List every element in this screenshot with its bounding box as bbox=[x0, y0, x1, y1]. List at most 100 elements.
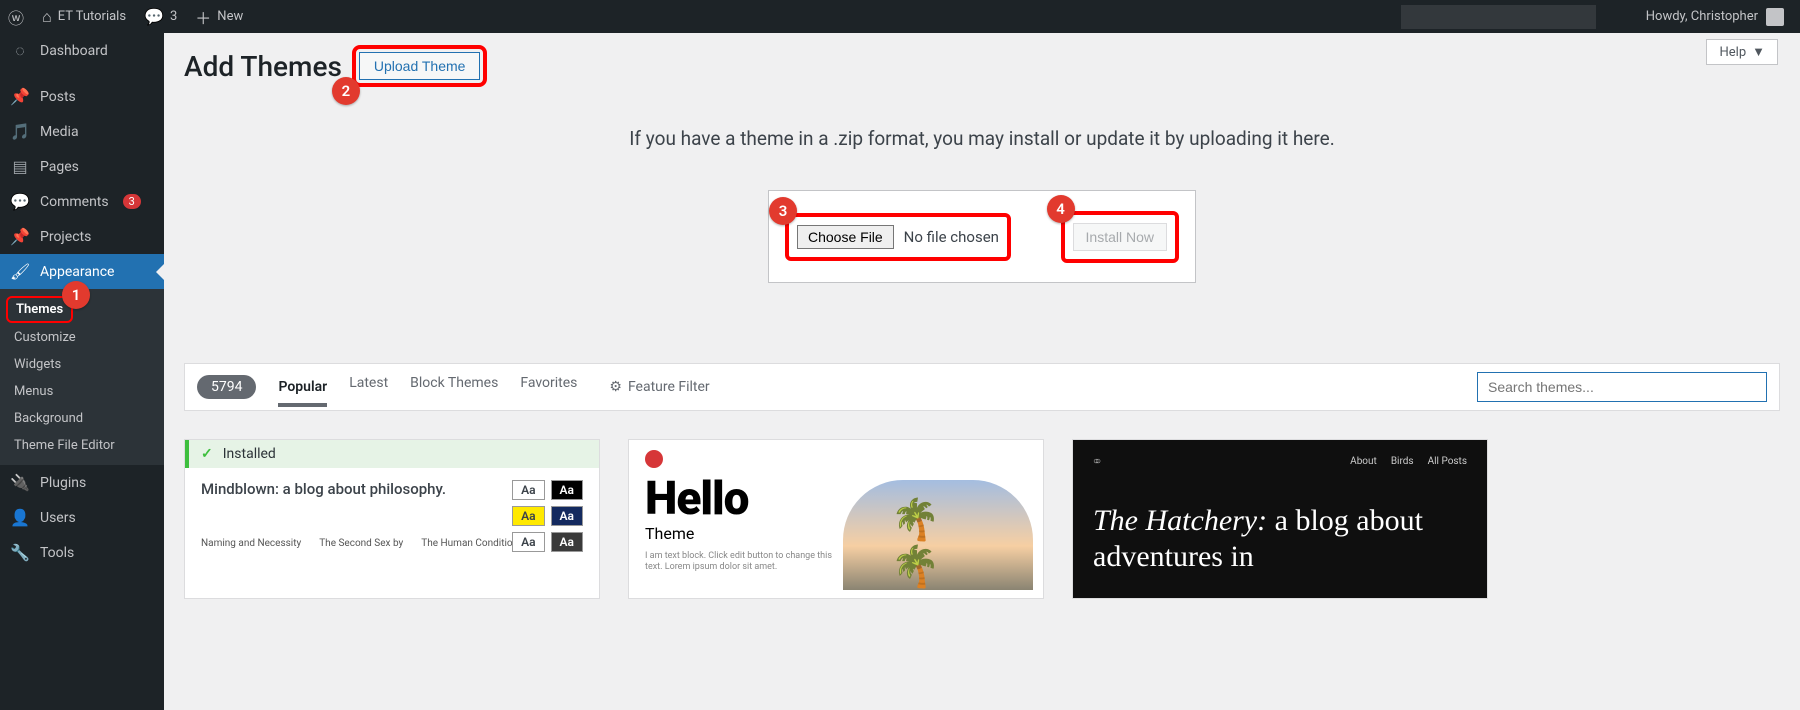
submenu-background[interactable]: Background bbox=[0, 405, 164, 432]
appearance-submenu: Themes 1 Customize Widgets Menus Backgro… bbox=[0, 289, 164, 465]
filter-popular[interactable]: Popular bbox=[278, 379, 327, 407]
sidebar-label: Dashboard bbox=[40, 43, 108, 59]
elementor-icon bbox=[645, 450, 663, 468]
dark-nav-link: About bbox=[1350, 456, 1377, 467]
avatar bbox=[1766, 8, 1784, 26]
swatch: Aa bbox=[512, 532, 544, 552]
pin-icon: 📌 bbox=[10, 227, 30, 246]
comment-icon: 💬 bbox=[144, 7, 164, 26]
site-name: ET Tutorials bbox=[58, 9, 126, 24]
toolbar-comments[interactable]: 💬 3 bbox=[144, 7, 177, 26]
sidebar-label: Users bbox=[40, 510, 76, 526]
filter-favorites[interactable]: Favorites bbox=[520, 375, 577, 399]
installed-label: Installed bbox=[223, 446, 276, 462]
swatch: Aa bbox=[551, 480, 583, 500]
dark-nav: About Birds All Posts bbox=[1350, 456, 1467, 467]
sidebar-label: Projects bbox=[40, 229, 91, 245]
sidebar-tools[interactable]: 🔧 Tools bbox=[0, 535, 164, 570]
admin-sidebar: ◌ Dashboard 📌 Posts 🎵 Media ▤Pages 💬 Comment… bbox=[0, 33, 164, 710]
comment-icon: 💬 bbox=[10, 192, 30, 211]
sidebar-pages[interactable]: ▤Pages bbox=[0, 149, 164, 184]
choose-file-button[interactable]: Choose File bbox=[797, 225, 894, 249]
main-content: Help ▼ Add Themes Upload Theme 2 If you … bbox=[164, 33, 1800, 710]
logo-rings-icon: ○○ bbox=[1093, 456, 1097, 467]
annotation-4: 4 bbox=[1047, 195, 1075, 223]
pin-icon: 📌 bbox=[10, 87, 30, 106]
caret-down-icon: ▼ bbox=[1752, 44, 1765, 60]
theme-card[interactable]: ○○ About Birds All Posts The Hatchery: a… bbox=[1072, 439, 1488, 599]
sidebar-label: Comments bbox=[40, 194, 109, 210]
submenu-widgets[interactable]: Widgets bbox=[0, 351, 164, 378]
hello-image: 🌴🌴 bbox=[843, 480, 1033, 590]
submenu-menus[interactable]: Menus bbox=[0, 378, 164, 405]
toolbar-comment-count: 3 bbox=[170, 9, 177, 24]
hello-lorem: I am text block. Click edit button to ch… bbox=[645, 551, 835, 573]
feature-filter[interactable]: ⚙ Feature Filter bbox=[609, 379, 709, 395]
dashboard-icon: ◌ bbox=[10, 41, 30, 61]
wrench-icon: 🔧 bbox=[10, 543, 30, 562]
swatch: Aa bbox=[512, 480, 544, 500]
install-now-highlight: Install Now 4 bbox=[1061, 211, 1179, 263]
theme-filter-bar: 5794 Popular Latest Block Themes Favorit… bbox=[184, 363, 1780, 411]
upload-theme-button[interactable]: Upload Theme bbox=[359, 52, 481, 80]
tt-post: The Human Condition bbox=[421, 538, 518, 549]
dark-title: The Hatchery: a blog about adventures in bbox=[1093, 503, 1467, 575]
plug-icon: 🔌 bbox=[10, 473, 30, 492]
plus-icon: ＋ bbox=[195, 5, 211, 29]
toolbar-new[interactable]: ＋ New bbox=[195, 5, 243, 29]
tt-post: Naming and Necessity bbox=[201, 538, 301, 549]
toolbar-account[interactable]: Howdy, Christopher bbox=[1646, 8, 1792, 26]
dark-nav-link: All Posts bbox=[1428, 456, 1467, 467]
sidebar-dashboard[interactable]: ◌ Dashboard bbox=[0, 33, 164, 69]
submenu-customize[interactable]: Customize bbox=[0, 324, 164, 351]
admin-toolbar: ⓦ ⌂ ET Tutorials 💬 3 ＋ New Howdy, Christ… bbox=[0, 0, 1800, 33]
upload-instruction: If you have a theme in a .zip format, yo… bbox=[184, 127, 1780, 150]
sidebar-label: Appearance bbox=[40, 264, 114, 280]
theme-count: 5794 bbox=[197, 375, 256, 399]
filter-block-themes[interactable]: Block Themes bbox=[410, 375, 498, 399]
no-file-label: No file chosen bbox=[904, 228, 999, 246]
toolbar-new-label: New bbox=[217, 9, 243, 24]
toolbar-greeting: Howdy, Christopher bbox=[1646, 9, 1758, 24]
tt-post: The Second Sex by bbox=[319, 538, 403, 549]
annotation-3: 3 bbox=[769, 197, 797, 225]
sidebar-label: Media bbox=[40, 124, 79, 140]
feature-filter-label: Feature Filter bbox=[628, 379, 710, 395]
install-now-button[interactable]: Install Now bbox=[1073, 223, 1167, 251]
home-icon: ⌂ bbox=[42, 7, 52, 27]
swatch: Aa bbox=[551, 506, 583, 526]
dark-nav-link: Birds bbox=[1391, 456, 1414, 467]
sidebar-label: Plugins bbox=[40, 475, 86, 491]
theme-card[interactable]: ✓ Installed Mindblown: a blog about phil… bbox=[184, 439, 600, 599]
comment-count-badge: 3 bbox=[123, 194, 141, 209]
search-themes-input[interactable] bbox=[1477, 372, 1767, 402]
swatch: Aa bbox=[551, 532, 583, 552]
site-name-link[interactable]: ⌂ ET Tutorials bbox=[42, 7, 126, 27]
theme-card[interactable]: Hello Theme I am text block. Click edit … bbox=[628, 439, 1044, 599]
theme-grid: ✓ Installed Mindblown: a blog about phil… bbox=[184, 439, 1780, 599]
sidebar-label: Posts bbox=[40, 89, 76, 105]
sidebar-users[interactable]: 👤 Users bbox=[0, 500, 164, 535]
dark-title-italic: The Hatchery: bbox=[1093, 504, 1267, 537]
upload-theme-highlight: Upload Theme 2 bbox=[352, 45, 488, 87]
brush-icon: 🖌 bbox=[10, 262, 30, 281]
installed-banner: ✓ Installed bbox=[185, 440, 599, 468]
annotation-2: 2 bbox=[332, 77, 360, 105]
sidebar-label: Tools bbox=[40, 545, 74, 561]
user-icon: 👤 bbox=[10, 508, 30, 527]
annotation-1: 1 bbox=[62, 281, 90, 309]
wp-logo[interactable]: ⓦ bbox=[8, 5, 24, 29]
sidebar-posts[interactable]: 📌 Posts bbox=[0, 79, 164, 114]
sidebar-plugins[interactable]: 🔌 Plugins bbox=[0, 465, 164, 500]
palm-icon: 🌴🌴 bbox=[891, 496, 986, 590]
wordpress-icon: ⓦ bbox=[8, 5, 24, 29]
filter-latest[interactable]: Latest bbox=[349, 375, 388, 399]
sidebar-projects[interactable]: 📌 Projects bbox=[0, 219, 164, 254]
toolbar-search-box[interactable] bbox=[1401, 5, 1596, 29]
media-icon: 🎵 bbox=[10, 122, 30, 141]
submenu-theme-file-editor[interactable]: Theme File Editor bbox=[0, 432, 164, 459]
sidebar-label: Pages bbox=[40, 159, 79, 175]
sidebar-comments[interactable]: 💬 Comments 3 bbox=[0, 184, 164, 219]
help-tab[interactable]: Help ▼ bbox=[1706, 39, 1778, 65]
sidebar-media[interactable]: 🎵 Media bbox=[0, 114, 164, 149]
